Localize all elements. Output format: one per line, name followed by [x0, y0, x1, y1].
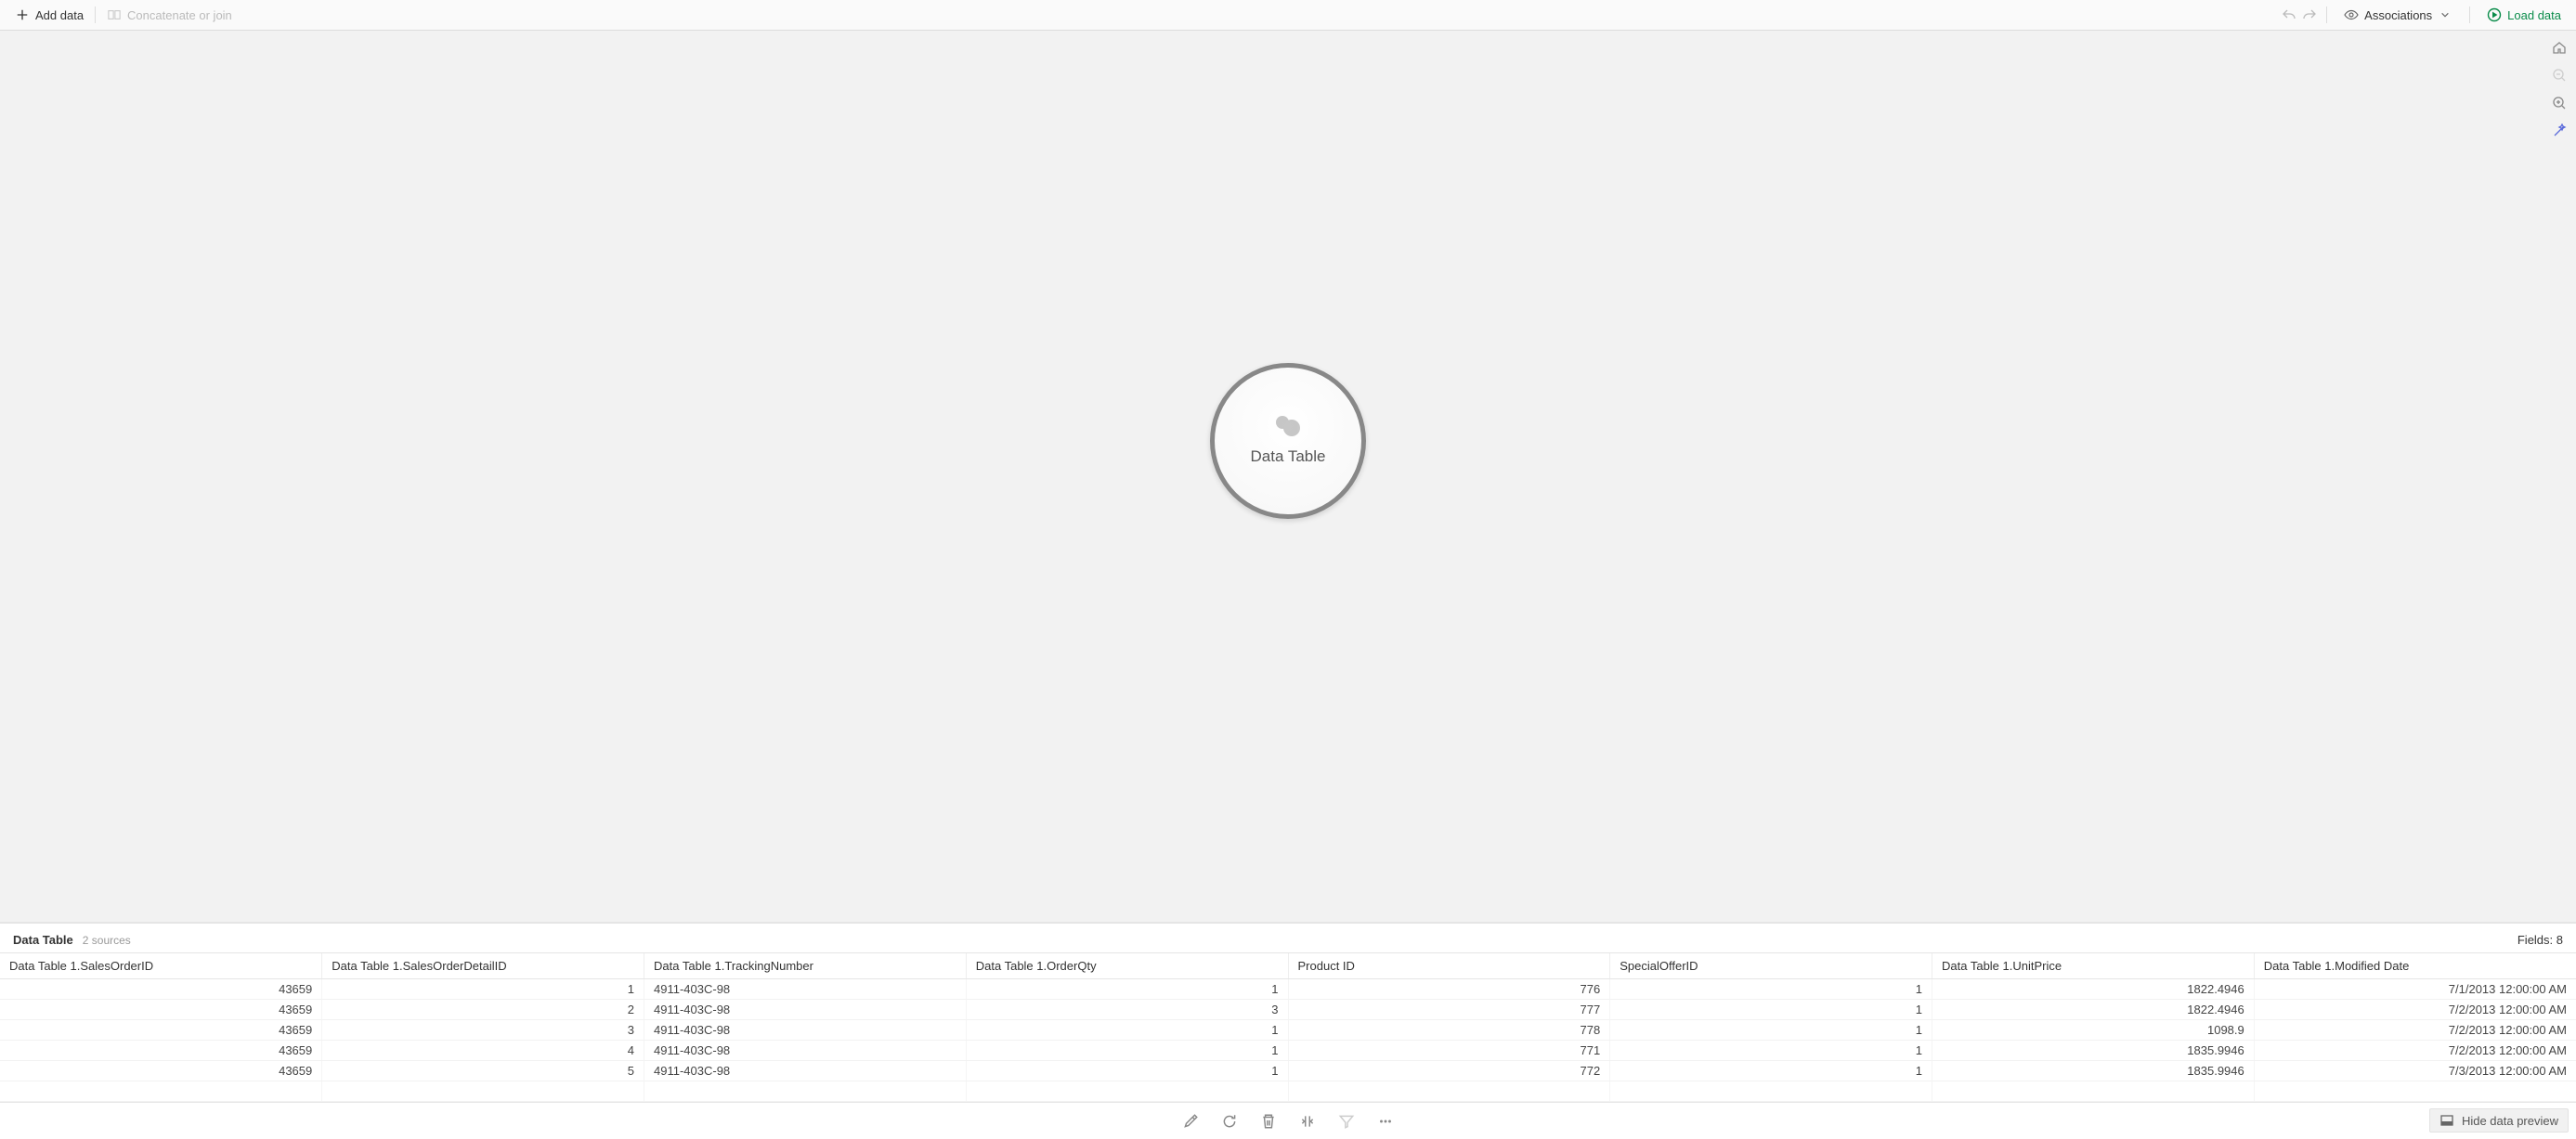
table-row[interactable]: 4365934911-403C-98177811098.97/2/2013 12…: [0, 1020, 2576, 1041]
toolbar-separator: [2326, 6, 2327, 23]
hide-data-preview-button[interactable]: Hide data preview: [2429, 1108, 2569, 1133]
table-cell: 777: [1288, 1000, 1610, 1020]
table-cell: 1835.9946: [1932, 1041, 2255, 1061]
table-cell: 3: [322, 1020, 644, 1041]
undo-icon[interactable]: [2282, 7, 2296, 22]
table-cell: 1: [966, 979, 1288, 1000]
table-cell: 1: [966, 1020, 1288, 1041]
edit-icon[interactable]: [1181, 1112, 1200, 1131]
table-cell: 1: [1610, 1041, 1932, 1061]
refresh-icon[interactable]: [1220, 1112, 1239, 1131]
plus-icon: [15, 7, 30, 22]
table-cell: 7/2/2013 12:00:00 AM: [2254, 1020, 2576, 1041]
zoom-in-icon[interactable]: [2550, 94, 2569, 112]
zoom-out-icon[interactable]: [2550, 66, 2569, 84]
hide-data-preview-label: Hide data preview: [2462, 1114, 2558, 1128]
table-cell: 771: [1288, 1041, 1610, 1061]
table-cell: 1822.4946: [1932, 979, 2255, 1000]
toolbar-separator: [2469, 6, 2470, 23]
table-cell: 7/3/2013 12:00:00 AM: [2254, 1061, 2576, 1081]
panel-icon: [2439, 1113, 2454, 1128]
table-row[interactable]: 4365954911-403C-98177211835.99467/3/2013…: [0, 1061, 2576, 1081]
table-row[interactable]: 4365914911-403C-98177611822.49467/1/2013…: [0, 979, 2576, 1000]
associations-button[interactable]: Associations: [2336, 4, 2460, 26]
table-cell: 1822.4946: [1932, 1000, 2255, 1020]
table-cell: 3: [966, 1000, 1288, 1020]
toolbar-separator: [95, 6, 96, 23]
table-cell: 7/2/2013 12:00:00 AM: [2254, 1041, 2576, 1061]
table-cell: 7/2/2013 12:00:00 AM: [2254, 1000, 2576, 1020]
load-data-label: Load data: [2507, 8, 2561, 22]
eye-icon: [2344, 7, 2359, 22]
data-preview-grid: Data Table 1.SalesOrderIDData Table 1.Sa…: [0, 952, 2576, 1102]
concatenate-join-label: Concatenate or join: [127, 8, 232, 22]
table-cell: 1: [1610, 1061, 1932, 1081]
more-icon[interactable]: [1376, 1112, 1395, 1131]
preview-sources: 2 sources: [83, 934, 131, 947]
add-data-label: Add data: [35, 8, 84, 22]
magic-wand-icon[interactable]: [2550, 122, 2569, 140]
column-header[interactable]: Data Table 1.UnitPrice: [1932, 953, 2255, 979]
column-header[interactable]: Data Table 1.TrackingNumber: [644, 953, 967, 979]
table-cell: 1: [966, 1041, 1288, 1061]
table-cell: 1: [1610, 1020, 1932, 1041]
column-header[interactable]: SpecialOfferID: [1610, 953, 1932, 979]
data-preview-panel: Data Table 2 sources Fields: 8 Data Tabl…: [0, 923, 2576, 1102]
table-cell: 772: [1288, 1061, 1610, 1081]
table-row[interactable]: 4365944911-403C-98177111835.99467/2/2013…: [0, 1041, 2576, 1061]
load-data-button[interactable]: Load data: [2479, 4, 2569, 26]
table-cell: 4911-403C-98: [644, 1061, 967, 1081]
data-table-bubble[interactable]: Data Table: [1210, 363, 1366, 519]
table-cell: 4911-403C-98: [644, 1000, 967, 1020]
table-cell: 5: [322, 1061, 644, 1081]
table-cell: 43659: [0, 1000, 322, 1020]
column-header[interactable]: Product ID: [1288, 953, 1610, 979]
play-circle-icon: [2487, 7, 2502, 22]
associations-label: Associations: [2364, 8, 2432, 22]
table-cell: 1: [966, 1061, 1288, 1081]
table-cell: 4911-403C-98: [644, 979, 967, 1000]
table-cell: 1: [1610, 1000, 1932, 1020]
table-row[interactable]: 4365924911-403C-98377711822.49467/2/2013…: [0, 1000, 2576, 1020]
table-cell: 4: [322, 1041, 644, 1061]
table-cell: 1835.9946: [1932, 1061, 2255, 1081]
preview-title: Data Table: [13, 933, 73, 947]
chevron-down-icon: [2438, 7, 2452, 22]
bubble-label: Data Table: [1251, 447, 1326, 466]
column-header[interactable]: Data Table 1.SalesOrderID: [0, 953, 322, 979]
table-cell: 778: [1288, 1020, 1610, 1041]
table-cell: 7/1/2013 12:00:00 AM: [2254, 979, 2576, 1000]
table-cell: 1: [1610, 979, 1932, 1000]
table-cell: 43659: [0, 979, 322, 1000]
table-cell: 4911-403C-98: [644, 1041, 967, 1061]
top-toolbar: Add data Concatenate or join: [0, 0, 2576, 31]
filter-icon: [1337, 1112, 1356, 1131]
column-header[interactable]: Data Table 1.OrderQty: [966, 953, 1288, 979]
table-cell: 776: [1288, 979, 1610, 1000]
table-cell: 43659: [0, 1061, 322, 1081]
data-model-canvas[interactable]: Data Table: [0, 31, 2576, 923]
table-cell: 43659: [0, 1041, 322, 1061]
concatenate-icon: [107, 7, 122, 22]
bubble-data-icon: [1276, 416, 1300, 436]
preview-fields-count: Fields: 8: [2517, 933, 2563, 947]
split-icon[interactable]: [1298, 1112, 1317, 1131]
column-header[interactable]: Data Table 1.SalesOrderDetailID: [322, 953, 644, 979]
add-data-button[interactable]: Add data: [7, 4, 91, 26]
footer-toolbar: Hide data preview: [0, 1102, 2576, 1139]
table-cell: 1: [322, 979, 644, 1000]
table-cell: 43659: [0, 1020, 322, 1041]
table-cell: 1098.9: [1932, 1020, 2255, 1041]
table-cell: 4911-403C-98: [644, 1020, 967, 1041]
redo-icon[interactable]: [2302, 7, 2317, 22]
concatenate-join-button: Concatenate or join: [99, 4, 240, 26]
delete-icon[interactable]: [1259, 1112, 1278, 1131]
home-icon[interactable]: [2550, 38, 2569, 57]
column-header[interactable]: Data Table 1.Modified Date: [2254, 953, 2576, 979]
table-cell: 2: [322, 1000, 644, 1020]
